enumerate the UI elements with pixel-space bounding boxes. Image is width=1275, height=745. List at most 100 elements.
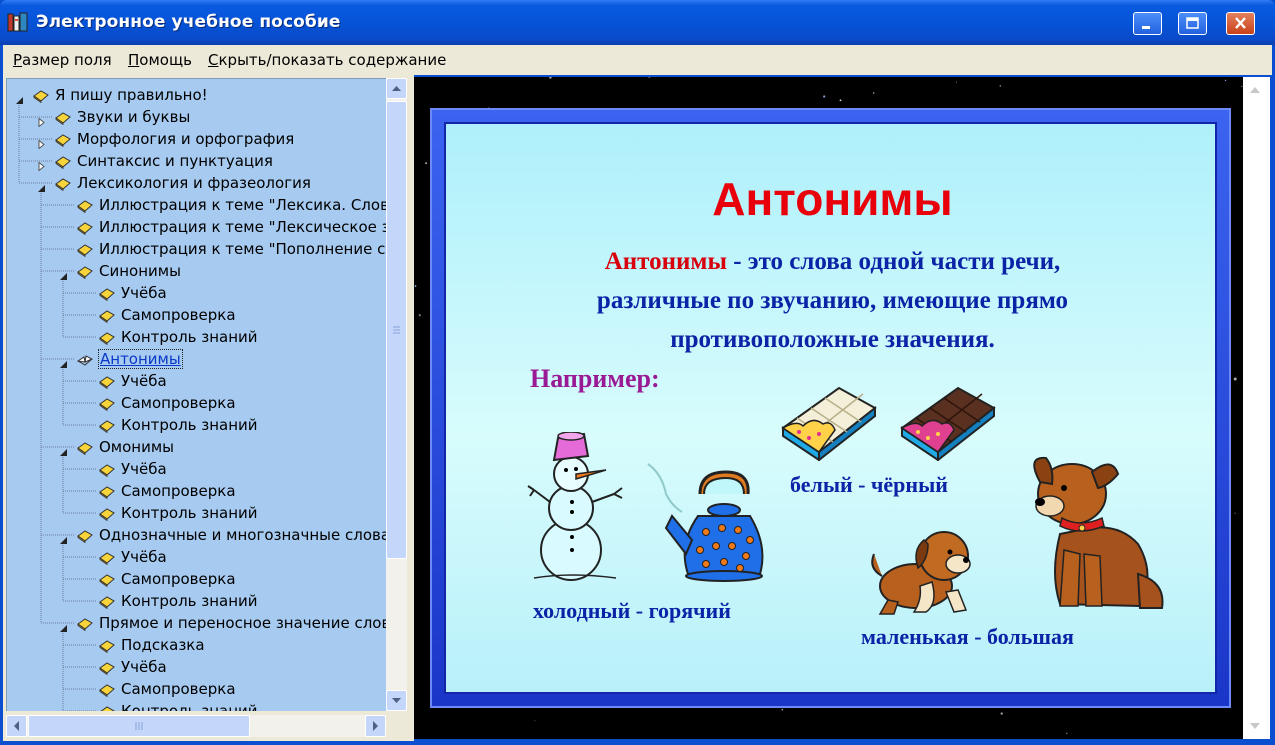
tree-item-label[interactable]: Антонимы	[98, 349, 183, 369]
title-bar[interactable]: Электронное учебное пособие	[0, 0, 1275, 45]
star	[955, 81, 958, 83]
tree-item-label[interactable]: Морфология и орфография	[77, 130, 294, 148]
triangle-right-icon[interactable]	[37, 112, 46, 128]
scroll-right-button[interactable]	[365, 715, 386, 737]
closed-book-icon	[55, 176, 71, 192]
triangle-right-icon[interactable]	[37, 156, 46, 172]
tree-item-label[interactable]: Контроль знаний	[121, 592, 258, 610]
snowman-image	[527, 432, 623, 581]
tree-item-label[interactable]: Самопроверка	[121, 306, 236, 324]
menu-help[interactable]: Помощь	[128, 51, 192, 69]
tree-item-label[interactable]: Учёба	[121, 658, 167, 676]
tree-item-label[interactable]: Учёба	[121, 548, 167, 566]
triangle-right-icon[interactable]	[37, 134, 46, 150]
pair-caption-cold-hot: холодный - горячий	[533, 598, 731, 623]
tree-item-label[interactable]: Учёба	[121, 284, 167, 302]
arrow-up-icon	[392, 86, 401, 91]
star	[1066, 732, 1068, 734]
menu-toggle-contents[interactable]: Скрыть/показать содержание	[208, 51, 446, 69]
tree-item-label[interactable]: Синтаксис и пунктуация	[77, 152, 273, 170]
slide-viewport: Антонимы Антонимы - это слова одной част…	[414, 77, 1243, 739]
contents-panel: Я пишу правильно! Звуки и буквы Морфология…	[3, 75, 409, 741]
slide-frame: Антонимы Антонимы - это слова одной част…	[430, 108, 1231, 708]
definition-text: Антонимы - это слова одной части речи, р…	[506, 242, 1159, 359]
menu-label: азмер поля	[22, 51, 112, 69]
triangle-down-icon[interactable]	[59, 442, 68, 456]
arrow-down-icon	[392, 698, 401, 703]
star	[872, 92, 875, 94]
scroll-left-button[interactable]	[6, 715, 27, 737]
arrow-up-icon[interactable]	[1246, 81, 1264, 99]
tree-vertical-scrollbar[interactable]	[386, 78, 407, 711]
menu-field-size[interactable]: Размер поля	[13, 51, 112, 69]
menu-bar: Размер поля Помощь Скрыть/показать содер…	[3, 45, 1272, 75]
scroll-thumb[interactable]	[386, 101, 407, 559]
tree-item-label[interactable]: Синонимы	[99, 262, 181, 280]
white-chocolate-image	[781, 386, 877, 461]
tree-item-label[interactable]: Звуки и буквы	[77, 108, 190, 126]
tree-item-label[interactable]: Самопроверка	[121, 570, 236, 588]
closed-book-icon	[99, 682, 115, 698]
tree-item-label[interactable]: Самопроверка	[121, 482, 236, 500]
contents-tree[interactable]: Я пишу правильно! Звуки и буквы Морфология…	[6, 78, 386, 711]
minimize-button[interactable]	[1133, 12, 1162, 35]
star	[534, 720, 536, 722]
star	[418, 314, 421, 317]
closed-book-icon	[55, 110, 71, 126]
tree-item-label[interactable]: Контроль знаний	[121, 702, 258, 711]
triangle-down-icon[interactable]	[15, 90, 24, 104]
maximize-button[interactable]	[1178, 12, 1207, 35]
star	[648, 77, 651, 78]
triangle-down-icon[interactable]	[59, 618, 68, 632]
closed-book-icon	[99, 484, 115, 500]
content-vertical-scrollbar[interactable]	[1243, 77, 1270, 739]
tree-item-label[interactable]: Лексикология и фразеология	[77, 174, 311, 192]
tree-item-label[interactable]: Самопроверка	[121, 394, 236, 412]
tree-item-label[interactable]: Контроль знаний	[121, 504, 258, 522]
closed-book-icon	[77, 264, 93, 280]
menu-label: крыть/показать содержание	[218, 51, 447, 69]
tree-item-label[interactable]: Учёба	[121, 372, 167, 390]
tree-item-label[interactable]: Иллюстрация к теме "Пополнение сл	[99, 240, 386, 258]
definition-line-2: различные по звучанию, имеющие прямо	[596, 287, 1069, 314]
closed-book-icon	[99, 308, 115, 324]
scroll-down-button[interactable]	[386, 690, 407, 711]
closed-book-icon	[77, 198, 93, 214]
tree-item-label[interactable]: Подсказка	[121, 636, 205, 654]
tree-item-label[interactable]: Прямое и переносное значение слов	[99, 614, 386, 632]
closed-book-icon	[99, 660, 115, 676]
tree-item-label[interactable]: Учёба	[121, 460, 167, 478]
tree-item-label[interactable]: Иллюстрация к теме "Лексическое зн	[99, 218, 386, 236]
tree-item-label[interactable]: Самопроверка	[121, 680, 236, 698]
app-books-icon[interactable]	[7, 11, 29, 33]
closed-book-icon	[99, 418, 115, 434]
tree-item-label[interactable]: Омонимы	[99, 438, 174, 456]
triangle-down-icon[interactable]	[59, 266, 68, 280]
closed-book-icon	[99, 506, 115, 522]
horizontal-scroll-thumb[interactable]	[28, 715, 250, 737]
slide-card: Антонимы Антонимы - это слова одной част…	[444, 122, 1217, 694]
closed-book-icon	[55, 132, 71, 148]
star	[823, 95, 826, 98]
triangle-down-icon[interactable]	[59, 530, 68, 544]
closed-book-icon	[99, 704, 115, 711]
star	[781, 708, 784, 711]
open-book-icon	[76, 352, 94, 366]
closed-book-icon	[99, 396, 115, 412]
arrow-down-icon[interactable]	[1246, 717, 1264, 735]
tree-horizontal-scrollbar[interactable]	[6, 715, 386, 737]
tree-item-label[interactable]: Иллюстрация к теме "Лексика. Слово	[99, 196, 386, 214]
menu-accel: Р	[13, 51, 23, 69]
closed-book-icon	[99, 572, 115, 588]
close-button[interactable]	[1226, 12, 1255, 35]
tree-item-label[interactable]: Контроль знаний	[121, 416, 258, 434]
minimize-icon	[1142, 26, 1150, 29]
star	[414, 285, 417, 287]
tree-item-label[interactable]: Однозначные и многозначные слова	[99, 526, 386, 544]
scroll-up-button[interactable]	[386, 78, 407, 99]
tree-item-label[interactable]: Я пишу правильно!	[55, 86, 208, 104]
triangle-down-icon[interactable]	[37, 178, 46, 192]
triangle-down-icon[interactable]	[59, 354, 68, 368]
dark-chocolate-image	[900, 386, 996, 461]
tree-item-label[interactable]: Контроль знаний	[121, 328, 258, 346]
